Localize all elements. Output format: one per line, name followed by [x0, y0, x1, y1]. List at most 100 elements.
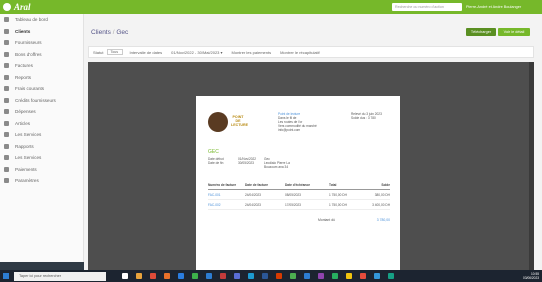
client-name: GEC: [208, 149, 219, 155]
sidebar-item-label: Dépenses: [15, 109, 36, 115]
breadcrumb-current: Gec: [116, 29, 129, 36]
truck-icon: [4, 40, 9, 46]
app-icon[interactable]: [206, 273, 212, 279]
filter-bar: Statut Tous Intervalle de dates 01/Nov/2…: [88, 46, 534, 58]
app-icon[interactable]: [360, 273, 366, 279]
app-icon[interactable]: [290, 273, 296, 279]
sidebar-item-services-2[interactable]: Les Services: [0, 152, 83, 164]
breadcrumb-clients-link[interactable]: Clients: [91, 29, 111, 36]
pdf-viewer[interactable]: POINT DE LECTURE Point de lecture Dans l…: [88, 62, 534, 270]
brand-icon: [3, 3, 11, 11]
document-icon: [4, 51, 9, 57]
user-menu[interactable]: Pierre-André et Andre Boulanger: [466, 3, 540, 11]
sidebar-item-label: Articles: [15, 120, 31, 126]
sidebar-item-label: Crédits fournisseurs: [15, 97, 56, 103]
global-search-input[interactable]: Recherche ou numéro d'action: [392, 3, 462, 11]
amount-due-label: Montant dû: [318, 218, 335, 222]
sidebar-item-expenses[interactable]: Frais courants: [0, 83, 83, 95]
home-icon: [4, 17, 9, 23]
sidebar-item-label: Paramètres: [15, 178, 39, 184]
os-taskbar: Taper ici pour rechercher 10:55 03/06/20…: [0, 270, 542, 282]
sidebar-item-label: Tableau de bord: [15, 17, 48, 23]
breadcrumb-separator: /: [112, 29, 115, 36]
viewer-scrollbar[interactable]: [529, 62, 534, 270]
top-bar: Aral Recherche ou numéro d'action Pierre…: [0, 0, 542, 14]
clock-date: 03/06/2023: [523, 276, 539, 280]
table-row: FAC-002 24/04/2023 17/05/2023 1 750,00 DH 3 …: [208, 200, 390, 210]
credit-icon: [4, 97, 9, 103]
date-range-picker[interactable]: 01/Nov/2022 - 30/Mai/2023 ▾: [171, 50, 222, 55]
app-icon[interactable]: [276, 273, 282, 279]
statement-meta: Relevé du 3 juin 2023 Solde dus : 3 780: [351, 112, 396, 120]
file-explorer-icon[interactable]: [136, 273, 142, 279]
sidebar-item-label: Reports: [15, 74, 32, 80]
app-icon[interactable]: [304, 273, 310, 279]
app-icon[interactable]: [234, 273, 240, 279]
status-label: Statut: [93, 49, 104, 55]
taskbar-search-input[interactable]: Taper ici pour rechercher: [14, 271, 106, 281]
windows-start-icon[interactable]: [3, 273, 9, 279]
sidebar-item-reports[interactable]: Reports: [0, 72, 83, 84]
statement-balance: Solde dus : 3 780: [351, 116, 376, 120]
app-icon[interactable]: [388, 273, 394, 279]
download-button[interactable]: Télécharger: [466, 28, 496, 36]
app-icon[interactable]: [192, 273, 198, 279]
sidebar-item-settings[interactable]: Paramètres: [0, 175, 83, 187]
sidebar-item-clients[interactable]: Clients: [0, 26, 83, 38]
invoice-icon: [4, 63, 9, 69]
invoice-link[interactable]: FAC-002: [208, 203, 245, 207]
sidebar-item-label: Clients: [15, 28, 31, 34]
invoice-link[interactable]: FAC-001: [208, 193, 245, 197]
app-icon[interactable]: [318, 273, 324, 279]
view-detail-button[interactable]: Voir le détail: [498, 28, 530, 36]
chrome-icon[interactable]: [150, 273, 156, 279]
sidebar-item-dashboard[interactable]: Tableau de bord: [0, 14, 83, 26]
sidebar-item-supplier-credits[interactable]: Crédits fournisseurs: [0, 95, 83, 107]
statement-document: POINT DE LECTURE Point de lecture Dans l…: [196, 96, 400, 270]
company-logo-text: POINT DE LECTURE: [231, 115, 248, 127]
app-icon[interactable]: [262, 273, 268, 279]
client-info: Date début 01/Nov/2022 Gec Date de fin 30/0…: [208, 157, 393, 169]
table-header: Numéro de facture Date de facture Date d'é…: [208, 180, 390, 190]
sidebar-item-invoices[interactable]: Factures: [0, 60, 83, 72]
expense-icon: [4, 86, 9, 92]
amount-due: Montant dû 3 780,00: [318, 218, 390, 222]
sidebar-item-label: Frais courants: [15, 86, 45, 92]
sidebar-item-articles[interactable]: Articles: [0, 118, 83, 130]
sidebar-item-label: Les Services: [15, 155, 42, 161]
info-row: Bouzoum ana 34: [264, 165, 289, 169]
users-icon: [4, 28, 9, 34]
system-clock[interactable]: 10:55 03/06/2023: [523, 272, 539, 280]
sidebar-item-services[interactable]: Les Services: [0, 129, 83, 141]
show-payments-checkbox[interactable]: Montrer les paiements: [232, 50, 272, 55]
sidebar-item-payments[interactable]: Paiements: [0, 164, 83, 176]
app-icon[interactable]: [248, 273, 254, 279]
sidebar-item-offers[interactable]: Bons d'offres: [0, 49, 83, 61]
app-icon[interactable]: [164, 273, 170, 279]
app-icon[interactable]: [374, 273, 380, 279]
report-icon: [4, 74, 9, 80]
task-view-icon[interactable]: [122, 273, 128, 279]
app-icon[interactable]: [178, 273, 184, 279]
app-icon[interactable]: [346, 273, 352, 279]
show-summary-checkbox[interactable]: Montrer le récapitulatif: [280, 50, 320, 55]
sidebar: Tableau de bord Clients Fournisseurs Bon…: [0, 14, 84, 270]
sidebar-item-analytics[interactable]: Rapports: [0, 141, 83, 153]
sidebar-item-suppliers[interactable]: Fournisseurs: [0, 37, 83, 49]
breadcrumb: Clients / Gec: [91, 29, 128, 36]
sidebar-item-label: Les Services: [15, 132, 42, 138]
table-row: FAC-001 24/04/2023 08/05/2023 1 750,00 DH 38…: [208, 190, 390, 200]
status-select[interactable]: Tous: [107, 49, 124, 55]
sidebar-item-label: Fournisseurs: [15, 40, 42, 46]
service-icon: [4, 132, 9, 138]
sidebar-item-spending[interactable]: Dépenses: [0, 106, 83, 118]
chart-icon: [4, 143, 9, 149]
company-logo: [208, 112, 228, 132]
settings-icon: [4, 178, 9, 184]
date-range-label: Intervalle de dates: [129, 49, 163, 55]
main-content: Clients / Gec Télécharger Voir le détail…: [84, 14, 542, 270]
app-logo[interactable]: Aral: [14, 2, 31, 12]
app-icon[interactable]: [220, 273, 226, 279]
payment-icon: [4, 166, 9, 172]
app-icon[interactable]: [332, 273, 338, 279]
